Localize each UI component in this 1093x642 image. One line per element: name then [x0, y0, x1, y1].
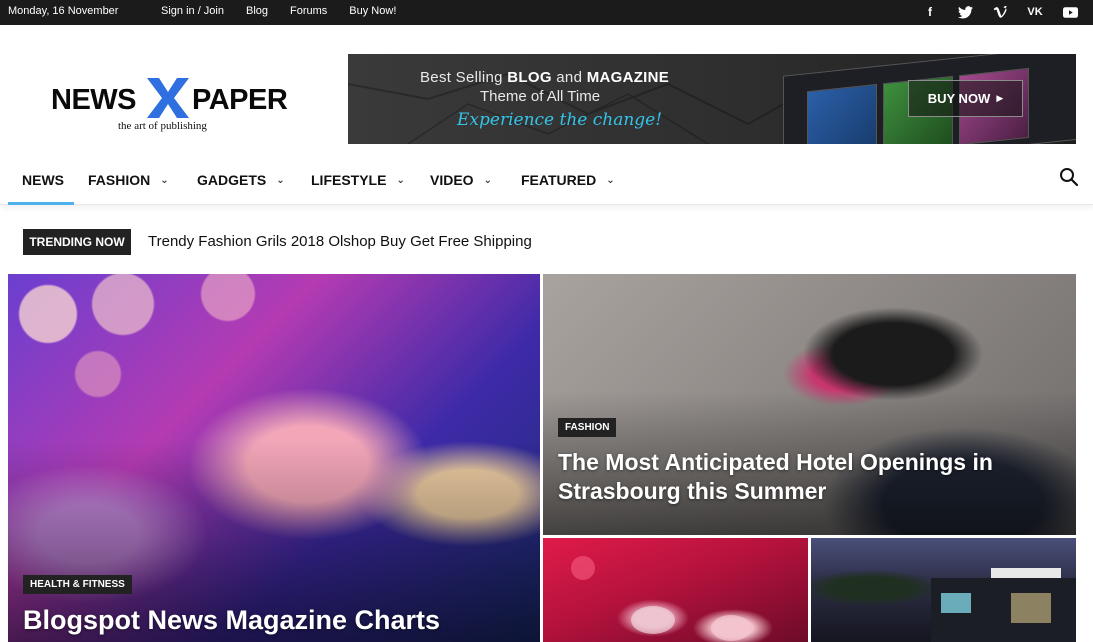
vk-icon[interactable]: VK [1026, 4, 1044, 20]
trending-now-label: TRENDING NOW [23, 229, 131, 255]
chevron-down-icon: ⌄ [160, 174, 169, 186]
youtube-icon[interactable] [1061, 4, 1079, 20]
buy-now-link[interactable]: Buy Now! [349, 5, 396, 17]
post-title[interactable]: The Most Anticipated Hotel Openings in S… [558, 448, 993, 506]
vimeo-icon[interactable] [991, 4, 1009, 20]
trending-headline-link[interactable]: Trendy Fashion Grils 2018 Olshop Buy Get… [148, 233, 532, 250]
chevron-down-icon: ⌄ [276, 174, 285, 186]
chevron-down-icon: ⌄ [396, 174, 405, 186]
nav-item-gadgets[interactable]: GADGETS ⌄ [197, 172, 285, 188]
top-menu: Sign in / Join Blog Forums Buy Now! [161, 5, 396, 17]
facebook-icon[interactable]: f [921, 4, 939, 20]
caret-right-icon: ▶ [996, 93, 1004, 103]
masks-party-image [571, 556, 751, 641]
category-badge[interactable]: FASHION [558, 418, 617, 437]
category-badge[interactable]: HEALTH & FITNESS [23, 575, 132, 594]
sign-in-link[interactable]: Sign in / Join [161, 5, 224, 17]
top-bar: Monday, 16 November Sign in / Join Blog … [0, 0, 1093, 25]
nav-item-lifestyle[interactable]: LIFESTYLE ⌄ [311, 172, 405, 188]
featured-post-third[interactable] [543, 538, 808, 642]
banner-line-3: Experience the change! [457, 110, 663, 130]
banner-line-2: Theme of All Time [480, 88, 601, 105]
modern-house-image [931, 568, 1076, 642]
featured-post-fourth[interactable] [811, 538, 1076, 642]
blog-link[interactable]: Blog [246, 5, 268, 17]
site-logo[interactable]: NEWS PAPER the art of publishing [51, 78, 296, 138]
banner-line-1: Best Selling BLOG and MAGAZINE [420, 69, 670, 86]
main-nav: NEWS FASHION ⌄ GADGETS ⌄ LIFESTYLE ⌄ VIDEO ⌄… [0, 155, 1093, 205]
nav-item-fashion[interactable]: FASHION ⌄ [88, 172, 169, 188]
logo-x-mark [147, 78, 189, 118]
nav-item-news[interactable]: NEWS [22, 172, 64, 188]
logo-word-paper: PAPER [192, 84, 288, 116]
logo-tagline: the art of publishing [118, 120, 207, 132]
twitter-icon[interactable] [956, 4, 974, 20]
forums-link[interactable]: Forums [290, 5, 327, 17]
logo-word-news: NEWS [51, 84, 137, 116]
featured-post-main[interactable]: HEALTH & FITNESS Blogspot News Magazine … [8, 274, 540, 642]
search-icon[interactable] [1059, 167, 1079, 187]
social-icons: f VK [921, 4, 1079, 20]
ad-banner[interactable]: Best Selling BLOG and MAGAZINE Theme of … [348, 54, 1076, 144]
active-nav-indicator [8, 202, 74, 205]
chevron-down-icon: ⌄ [483, 174, 492, 186]
banner-buy-now-button[interactable]: BUY NOW ▶ [908, 80, 1023, 117]
featured-post-second[interactable]: FASHION The Most Anticipated Hotel Openi… [543, 274, 1076, 535]
nav-item-video[interactable]: VIDEO ⌄ [430, 172, 492, 188]
post-title[interactable]: Blogspot News Magazine Charts [23, 606, 440, 635]
chevron-down-icon: ⌄ [606, 174, 615, 186]
nav-item-featured[interactable]: FEATURED ⌄ [521, 172, 615, 188]
current-date: Monday, 16 November [8, 5, 119, 17]
